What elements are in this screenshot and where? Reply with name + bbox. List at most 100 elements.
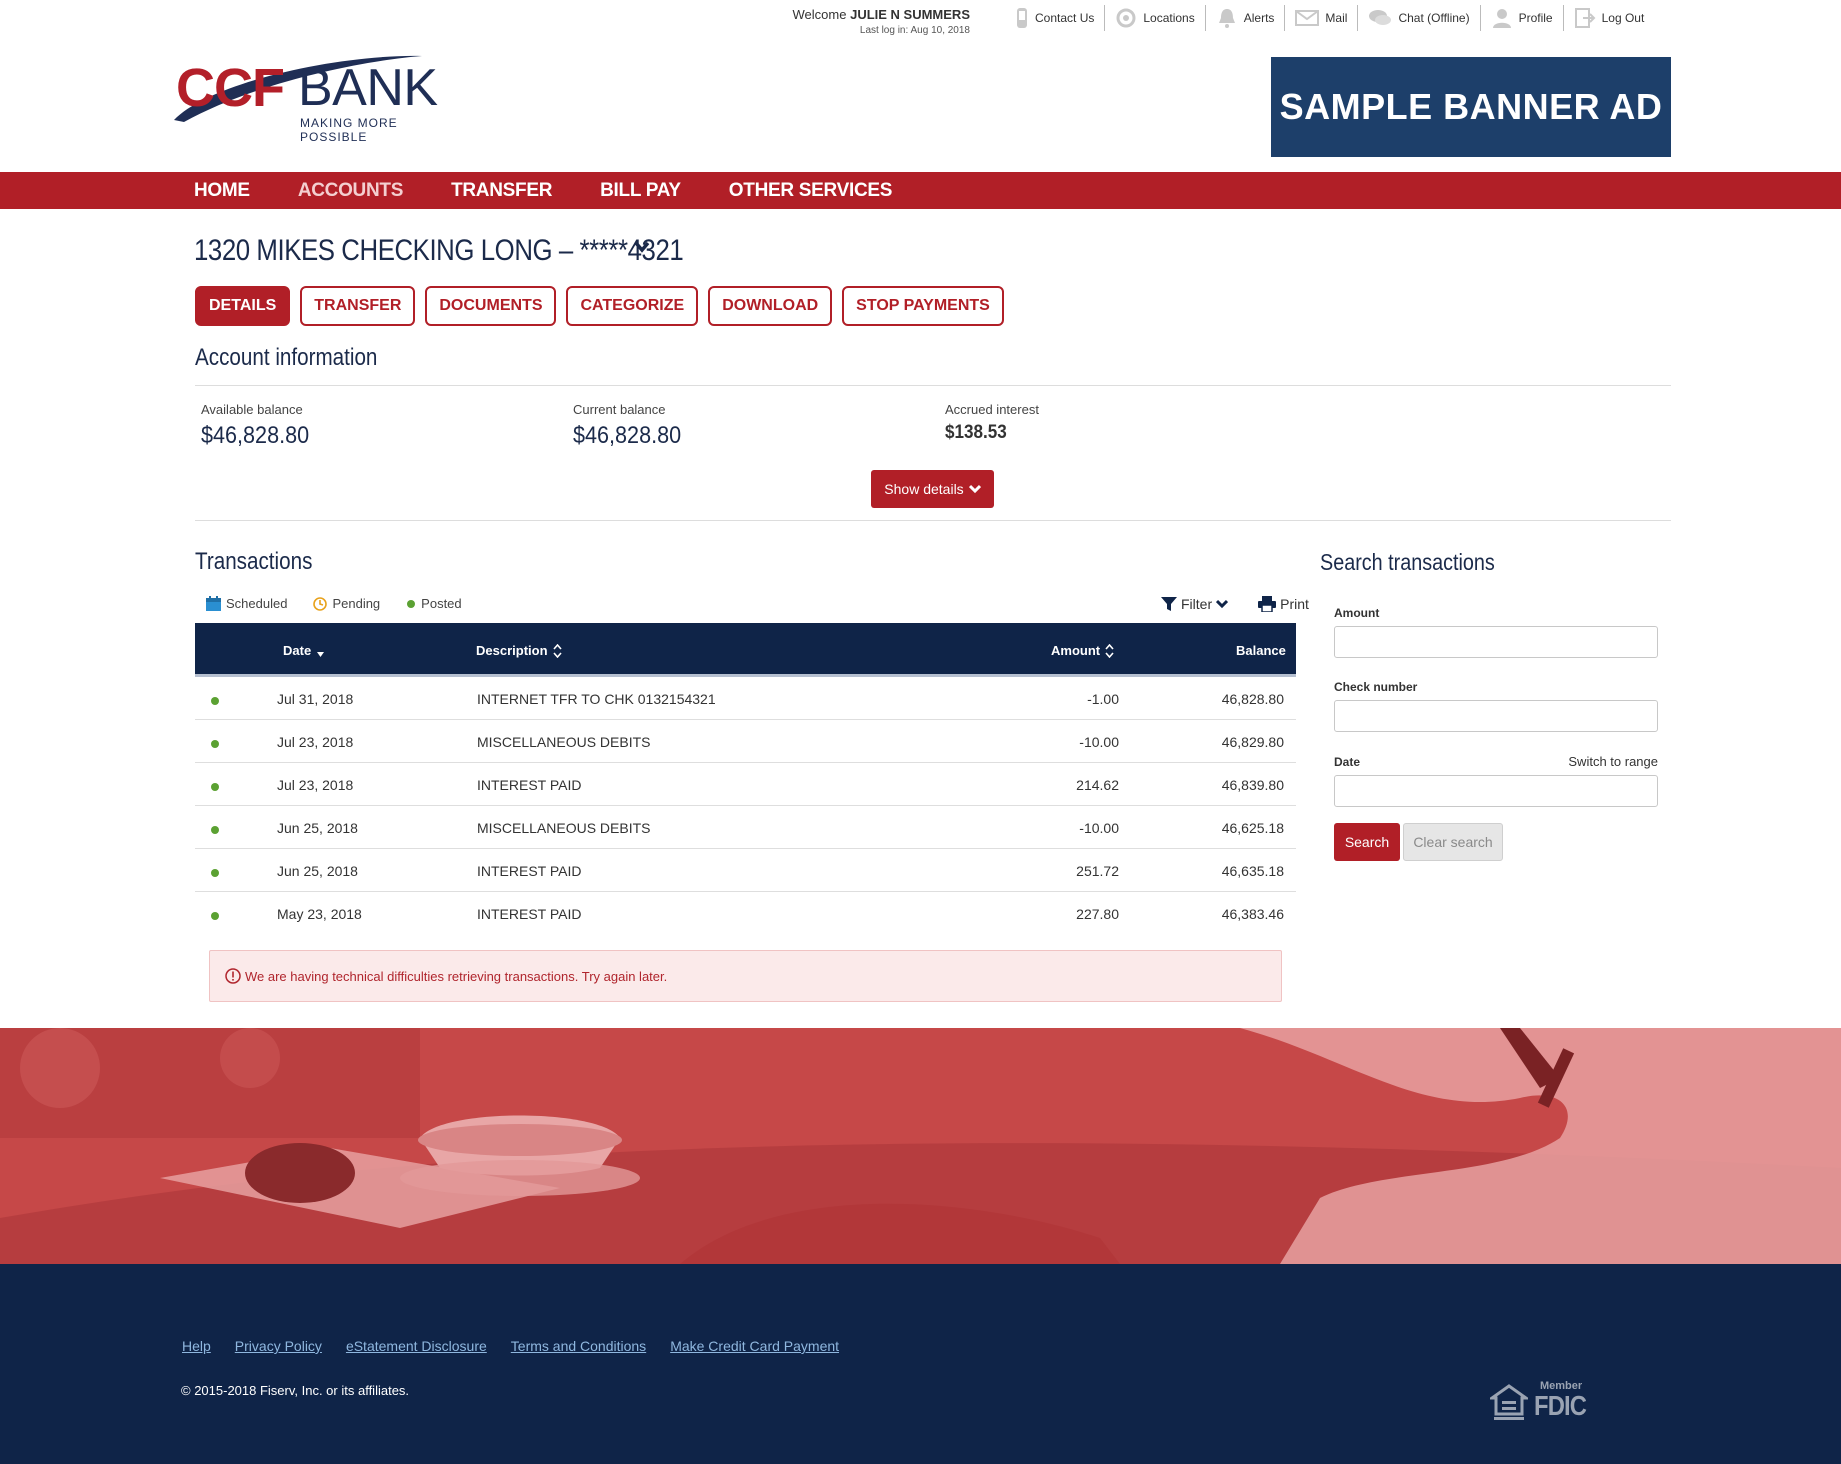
- switch-to-range-link[interactable]: Switch to range: [1568, 754, 1658, 769]
- check-number-input[interactable]: [1334, 700, 1658, 732]
- profile-link[interactable]: Profile: [1481, 5, 1564, 31]
- banner-ad[interactable]: SAMPLE BANNER AD: [1271, 57, 1671, 157]
- column-description[interactable]: Description: [476, 643, 562, 658]
- divider: [195, 385, 1671, 386]
- error-message: We are having technical difficulties ret…: [245, 968, 668, 984]
- chevron-down-icon: [1216, 599, 1229, 609]
- account-selector[interactable]: 1320 MIKES CHECKING LONG – *****4321: [194, 234, 763, 268]
- table-row[interactable]: Jun 25, 2018 MISCELLANEOUS DEBITS -10.00…: [195, 806, 1296, 849]
- printer-icon: [1258, 596, 1277, 612]
- logout-icon: [1574, 8, 1596, 28]
- posted-dot-icon: [407, 599, 416, 608]
- locations-link[interactable]: Locations: [1105, 5, 1206, 31]
- tab-stop-payments[interactable]: STOP PAYMENTS: [842, 286, 1004, 326]
- equal-housing-lender-icon: [1490, 1384, 1528, 1420]
- table-row[interactable]: Jul 23, 2018 INTEREST PAID 214.62 46,839…: [195, 763, 1296, 806]
- account-info-heading: Account information: [195, 344, 378, 371]
- check-number-field-group: Check number: [1334, 680, 1658, 732]
- footer-link-estatement-disclosure[interactable]: eStatement Disclosure: [346, 1338, 487, 1354]
- chat-link[interactable]: Chat (Offline): [1358, 5, 1481, 31]
- chat-icon: [1369, 10, 1392, 25]
- main-nav: HOME ACCOUNTS TRANSFER BILL PAY OTHER SE…: [0, 172, 1841, 209]
- available-balance: Available balance $46,828.80: [201, 402, 321, 450]
- accrued-interest-label: Accrued interest: [945, 402, 1039, 417]
- logo-ccf: CCF: [176, 58, 285, 118]
- table-row[interactable]: May 23, 2018 INTEREST PAID 227.80 46,383…: [195, 892, 1296, 935]
- search-heading: Search transactions: [1320, 549, 1495, 575]
- posted-status-icon: [211, 869, 219, 877]
- current-balance-value: $46,828.80: [573, 422, 682, 449]
- user-icon: [1492, 9, 1511, 28]
- error-alert: We are having technical difficulties ret…: [209, 950, 1282, 1002]
- search-button[interactable]: Search: [1334, 823, 1400, 861]
- cafe-scene-image: [0, 1028, 1841, 1264]
- logout-link[interactable]: Log Out: [1564, 5, 1655, 31]
- column-date[interactable]: Date: [283, 643, 325, 658]
- date-label: Date: [1334, 754, 1361, 769]
- tab-categorize[interactable]: CATEGORIZE: [566, 286, 699, 326]
- fdic-text: FDIC: [1534, 1390, 1587, 1421]
- footer-link-help[interactable]: Help: [182, 1338, 211, 1354]
- legend-scheduled: Scheduled: [206, 596, 287, 611]
- nav-accounts[interactable]: ACCOUNTS: [298, 180, 404, 202]
- legend-pending: Pending: [313, 596, 380, 611]
- table-row[interactable]: Jul 31, 2018 INTERNET TFR TO CHK 0132154…: [195, 677, 1296, 720]
- welcome-block: Welcome JULIE N SUMMERS Last log in: Aug…: [760, 7, 970, 36]
- footer-link-terms[interactable]: Terms and Conditions: [511, 1338, 646, 1354]
- posted-status-icon: [211, 740, 219, 748]
- logo-bank: BANK: [298, 59, 438, 117]
- amount-field-group: Amount: [1334, 606, 1658, 658]
- accrued-interest: Accrued interest $138.53: [945, 402, 1039, 444]
- current-balance: Current balance $46,828.80: [573, 402, 693, 450]
- footer-link-privacy-policy[interactable]: Privacy Policy: [235, 1338, 322, 1354]
- tab-download[interactable]: DOWNLOAD: [708, 286, 833, 326]
- current-balance-label: Current balance: [573, 402, 666, 417]
- alerts-link[interactable]: Alerts: [1206, 5, 1286, 31]
- amount-label: Amount: [1334, 606, 1380, 620]
- column-amount[interactable]: Amount: [1051, 643, 1114, 658]
- available-balance-value: $46,828.80: [201, 422, 310, 449]
- show-details-button[interactable]: Show details: [871, 470, 994, 508]
- posted-status-icon: [211, 697, 219, 705]
- table-row[interactable]: Jun 25, 2018 INTEREST PAID 251.72 46,635…: [195, 849, 1296, 892]
- contact-us-link[interactable]: Contact Us: [1005, 5, 1106, 31]
- location-icon: [1116, 8, 1136, 28]
- print-button[interactable]: Print: [1258, 596, 1309, 612]
- chevron-down-icon: [968, 484, 981, 494]
- tab-transfer[interactable]: TRANSFER: [300, 286, 416, 326]
- footer-link-credit-card-payment[interactable]: Make Credit Card Payment: [670, 1338, 839, 1354]
- mail-link[interactable]: Mail: [1285, 5, 1359, 31]
- chevron-down-icon[interactable]: [634, 240, 650, 254]
- tab-documents[interactable]: DOCUMENTS: [425, 286, 557, 326]
- welcome-prefix: Welcome: [792, 7, 847, 22]
- calendar-icon: [206, 596, 221, 611]
- clear-search-button[interactable]: Clear search: [1403, 823, 1503, 861]
- date-input[interactable]: [1334, 775, 1658, 807]
- amount-input[interactable]: [1334, 626, 1658, 658]
- filter-button[interactable]: Filter: [1161, 596, 1232, 612]
- hero-image: [0, 1028, 1841, 1264]
- mail-icon: [1295, 10, 1320, 26]
- utility-links: Contact Us Locations Alerts Mail Chat (O…: [1005, 4, 1654, 32]
- footer: Help Privacy Policy eStatement Disclosur…: [0, 1264, 1841, 1464]
- column-balance: Balance: [1236, 643, 1286, 658]
- table-row[interactable]: Jul 23, 2018 MISCELLANEOUS DEBITS -10.00…: [195, 720, 1296, 763]
- ccf-bank-logo[interactable]: CCF BANK MAKING MORE POSSIBLE: [170, 52, 460, 144]
- nav-other-services[interactable]: OTHER SERVICES: [729, 180, 893, 202]
- logo-tagline: MAKING MORE POSSIBLE: [300, 116, 398, 144]
- transactions-table: Date Description Amount Balance Jul 31, …: [195, 623, 1296, 935]
- nav-home[interactable]: HOME: [194, 180, 250, 202]
- last-login: Last log in: Aug 10, 2018: [859, 25, 970, 36]
- transaction-legend: Scheduled Pending Posted: [206, 596, 488, 611]
- phone-icon: [1017, 8, 1027, 28]
- legend-posted: Posted: [406, 596, 462, 611]
- account-tabs: DETAILS TRANSFER DOCUMENTS CATEGORIZE DO…: [195, 286, 1014, 326]
- tab-details[interactable]: DETAILS: [195, 286, 291, 326]
- account-title: 1320 MIKES CHECKING LONG – *****4321: [194, 234, 684, 267]
- bell-icon: [1218, 9, 1235, 28]
- nav-transfer[interactable]: TRANSFER: [451, 180, 552, 202]
- nav-bill-pay[interactable]: BILL PAY: [600, 180, 681, 202]
- user-name: JULIE N SUMMERS: [850, 7, 970, 22]
- date-field-group: Date Switch to range: [1334, 754, 1658, 807]
- sort-icon: [1105, 643, 1114, 658]
